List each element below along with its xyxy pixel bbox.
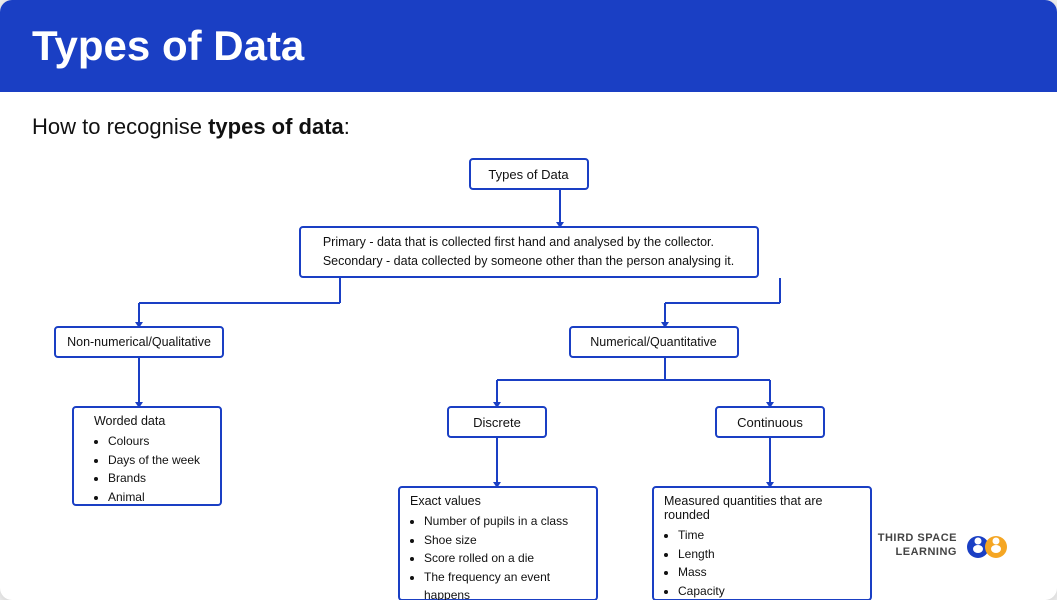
list-item: Shoe size xyxy=(424,531,586,550)
diagram: Types of Data Primary - data that is col… xyxy=(32,158,1025,578)
box-worded: Worded data Colours Days of the week Bra… xyxy=(72,406,222,506)
subtitle-suffix: : xyxy=(344,114,350,139)
list-item: Number of pupils in a class xyxy=(424,512,586,531)
card: Types of Data How to recognise types of … xyxy=(0,0,1057,600)
types-of-data-label: Types of Data xyxy=(488,167,568,182)
box-non-numerical: Non-numerical/Qualitative xyxy=(54,326,224,358)
box-primary-secondary: Primary - data that is collected first h… xyxy=(299,226,759,278)
exact-title: Exact values xyxy=(410,494,586,508)
exact-list: Number of pupils in a class Shoe size Sc… xyxy=(410,512,586,600)
logo-icon xyxy=(965,525,1009,566)
primary-secondary-label: Primary - data that is collected first h… xyxy=(323,233,734,271)
list-item: Score rolled on a die xyxy=(424,549,586,568)
box-types-of-data: Types of Data xyxy=(469,158,589,190)
logo-line1: THIRD SPACE xyxy=(878,532,957,545)
page-title: Types of Data xyxy=(32,22,1025,70)
list-item: Colours xyxy=(108,432,200,451)
box-exact: Exact values Number of pupils in a class… xyxy=(398,486,598,600)
tsl-logo-svg xyxy=(965,525,1009,561)
header: Types of Data xyxy=(0,0,1057,92)
list-item: Mass xyxy=(678,563,860,582)
list-item: Time xyxy=(678,526,860,545)
numerical-label: Numerical/Quantitative xyxy=(590,335,716,349)
subtitle-prefix: How to recognise xyxy=(32,114,208,139)
content: How to recognise types of data: xyxy=(0,92,1057,598)
continuous-label: Continuous xyxy=(737,415,803,430)
list-item: Length xyxy=(678,545,860,564)
non-numerical-label: Non-numerical/Qualitative xyxy=(67,335,211,349)
list-item: The frequency an event happens xyxy=(424,568,586,600)
box-measured: Measured quantities that are rounded Tim… xyxy=(652,486,872,600)
box-discrete: Discrete xyxy=(447,406,547,438)
worded-title: Worded data xyxy=(94,414,200,428)
box-numerical: Numerical/Quantitative xyxy=(569,326,739,358)
list-item: Animal xyxy=(108,488,200,507)
logo-text: THIRD SPACE LEARNING xyxy=(878,532,957,558)
subtitle-bold: types of data xyxy=(208,114,344,139)
subtitle: How to recognise types of data: xyxy=(32,114,1025,140)
measured-list: Time Length Mass Capacity xyxy=(664,526,860,600)
list-item: Capacity xyxy=(678,582,860,600)
logo-line2: LEARNING xyxy=(878,546,957,559)
box-continuous: Continuous xyxy=(715,406,825,438)
list-item: Days of the week xyxy=(108,451,200,470)
discrete-label: Discrete xyxy=(473,415,521,430)
logo-area: THIRD SPACE LEARNING xyxy=(878,525,1009,566)
worded-list: Colours Days of the week Brands Animal xyxy=(94,432,200,506)
measured-title: Measured quantities that are rounded xyxy=(664,494,860,522)
list-item: Brands xyxy=(108,469,200,488)
